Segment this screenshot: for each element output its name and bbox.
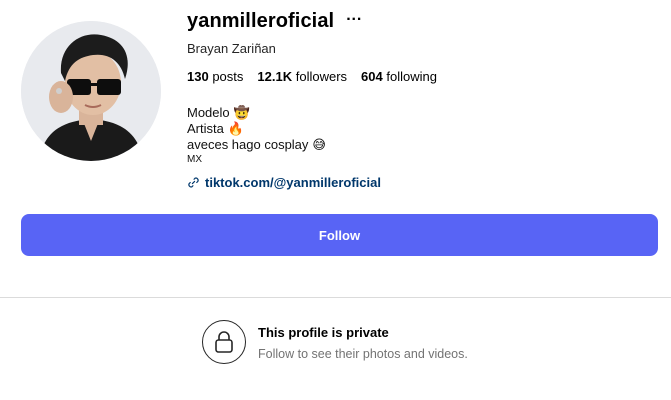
section-divider bbox=[0, 297, 671, 298]
private-lock-badge bbox=[202, 320, 246, 364]
cowboy-emoji-icon: 🤠 bbox=[233, 105, 250, 120]
follow-button[interactable]: Follow bbox=[21, 214, 658, 256]
bio-line: aveces hago cosplay 😅 bbox=[187, 137, 326, 153]
private-subtitle: Follow to see their photos and videos. bbox=[258, 347, 468, 361]
following-label: following bbox=[386, 69, 437, 84]
full-name: Brayan Zariñan bbox=[187, 41, 276, 56]
profile-avatar[interactable] bbox=[21, 21, 161, 161]
bio-line: Modelo 🤠 bbox=[187, 105, 326, 121]
posts-stat: 130 posts bbox=[187, 69, 243, 84]
fire-emoji-icon: 🔥 bbox=[227, 121, 245, 136]
followers-stat[interactable]: 12.1K followers bbox=[257, 69, 347, 84]
bio-line-text: Artista bbox=[187, 121, 224, 136]
following-stat[interactable]: 604 following bbox=[361, 69, 437, 84]
more-options-button[interactable]: ··· bbox=[346, 11, 362, 32]
following-count: 604 bbox=[361, 69, 383, 84]
username-row: yanmilleroficial ··· bbox=[187, 10, 362, 33]
bio: Modelo 🤠 Artista 🔥 aveces hago cosplay 😅… bbox=[187, 105, 326, 167]
posts-count: 130 bbox=[187, 69, 209, 84]
bio-line-text: Modelo bbox=[187, 105, 230, 120]
bio-line: Artista 🔥 bbox=[187, 121, 326, 137]
posts-label: posts bbox=[212, 69, 244, 84]
followers-count: 12.1K bbox=[257, 69, 293, 84]
lock-icon bbox=[215, 331, 233, 353]
bio-link[interactable]: tiktok.com/@yanmilleroficial bbox=[187, 175, 381, 190]
private-title: This profile is private bbox=[258, 325, 389, 340]
avatar-image bbox=[21, 21, 161, 161]
profile-page: yanmilleroficial ··· Brayan Zariñan 130 … bbox=[0, 0, 671, 400]
bio-line-text: aveces hago cosplay bbox=[187, 137, 309, 152]
profile-stats: 130 posts 12.1K followers 604 following bbox=[187, 69, 437, 84]
username: yanmilleroficial bbox=[187, 10, 335, 32]
sweat-smile-emoji-icon: 😅 bbox=[312, 137, 326, 152]
link-icon bbox=[188, 177, 199, 188]
followers-label: followers bbox=[295, 69, 348, 84]
bio-country: MX bbox=[187, 154, 202, 165]
bio-link-text: tiktok.com/@yanmilleroficial bbox=[205, 175, 381, 190]
